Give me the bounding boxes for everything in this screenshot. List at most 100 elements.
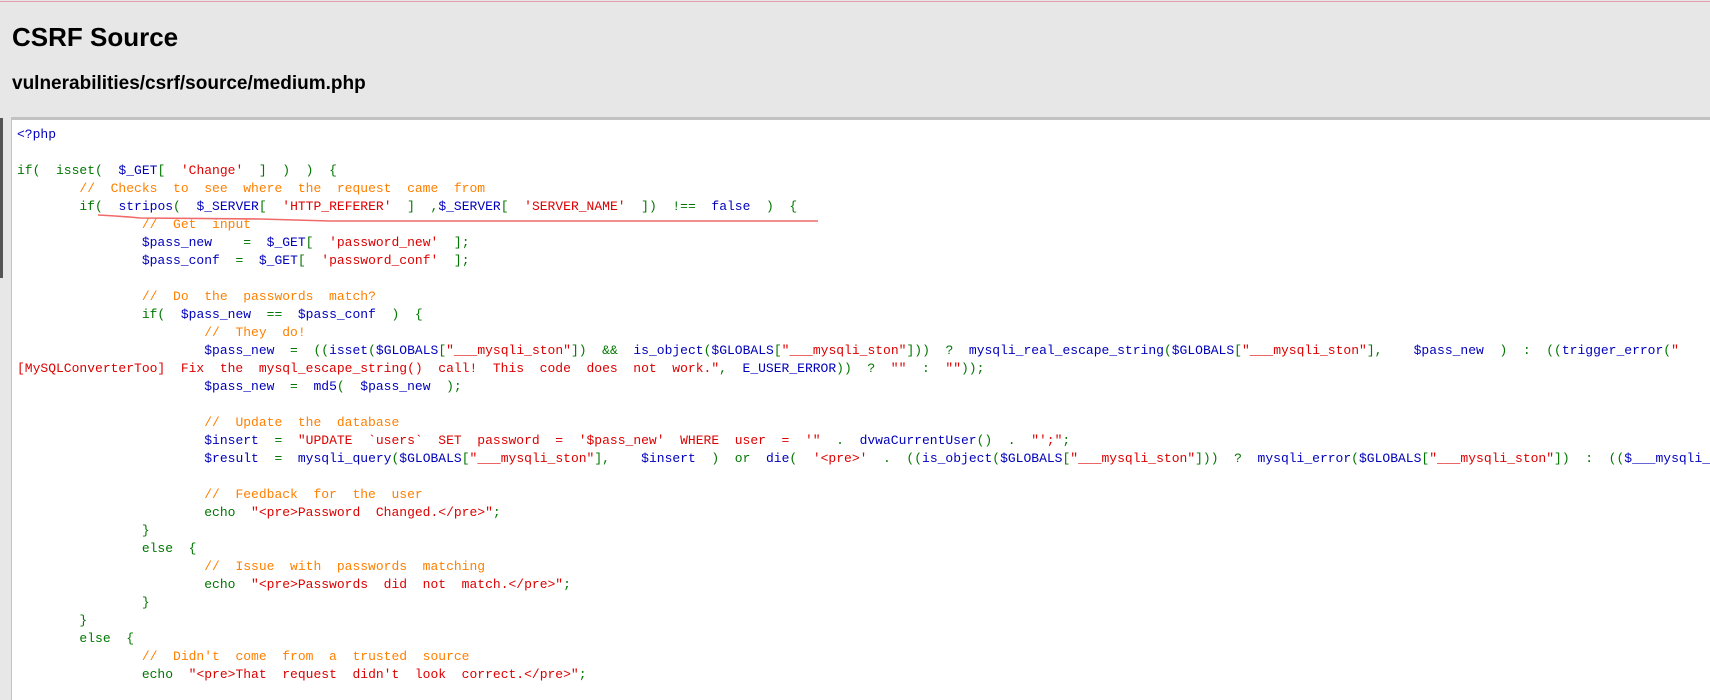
code-keyword: ;	[578, 667, 587, 682]
code-line: // Issue with passwords matching	[17, 558, 1710, 576]
code-identifier: md5	[313, 379, 337, 394]
code-line: // Checks to see where the request came …	[17, 180, 1710, 198]
code-line: else {	[17, 540, 1710, 558]
code-identifier: $GLOBALS	[1000, 451, 1063, 466]
code-keyword: ==	[251, 307, 298, 322]
code-keyword: ;	[563, 577, 571, 592]
code-identifier: trigger_error	[1561, 343, 1664, 358]
code-line: }	[17, 522, 1710, 540]
code-identifier: false	[711, 199, 751, 214]
code-identifier: stripos	[118, 199, 174, 214]
code-line: if( isset( $_GET[ 'Change' ] ) ) {	[17, 162, 1710, 180]
code-identifier: $GLOBALS	[711, 343, 774, 358]
code-line: $result = mysqli_query($GLOBALS["___mysq…	[17, 450, 1710, 468]
code-string: ""	[890, 361, 907, 376]
code-identifier: mysqli_query	[297, 451, 392, 466]
code-line: $pass_new = md5( $pass_new );	[17, 378, 1710, 396]
code-keyword: ])) ?	[906, 343, 969, 358]
code-identifier: $_SERVER	[196, 199, 259, 214]
code-keyword: else {	[17, 631, 135, 646]
code-line: // Update the database	[17, 414, 1710, 432]
code-keyword: ) {	[750, 199, 798, 214]
code-identifier: is_object	[922, 451, 993, 466]
code-line: if( stripos( $_SERVER[ 'HTTP_REFERER' ] …	[17, 198, 1710, 216]
code-keyword: [	[157, 163, 181, 178]
code-identifier: $_GET	[118, 163, 158, 178]
code-identifier: $GLOBALS	[399, 451, 462, 466]
code-keyword: [	[1234, 343, 1242, 358]
code-comment: // Checks to see where the request came …	[17, 181, 486, 196]
code-line: [MySQLConverterToo] Fix the mysql_escape…	[17, 360, 1710, 378]
code-line: }	[17, 612, 1710, 630]
code-keyword: [	[258, 199, 283, 214]
code-keyword: [	[297, 253, 322, 268]
code-keyword: :	[906, 361, 946, 376]
code-identifier: $pass_conf	[17, 253, 220, 268]
code-string: [MySQLConverterToo] Fix the mysql_escape…	[17, 361, 720, 376]
code-keyword: ;	[1062, 433, 1071, 448]
code-keyword: ,	[719, 361, 743, 376]
code-line: $insert = "UPDATE `users` SET password =…	[17, 432, 1710, 450]
code-identifier: E_USER_ERROR	[742, 361, 837, 376]
code-identifier: $_GET	[266, 235, 306, 250]
code-identifier: $pass_new	[17, 343, 275, 358]
code-keyword: ));	[961, 361, 985, 376]
code-identifier: isset	[329, 343, 369, 358]
code-string: '<pre>'	[812, 451, 868, 466]
code-keyword: (	[368, 343, 376, 358]
code-identifier: $insert	[641, 451, 696, 466]
code-keyword: }	[17, 595, 150, 610]
code-keyword: ],	[1366, 343, 1414, 358]
code-keyword: [	[438, 343, 447, 358]
code-identifier: <?php	[17, 127, 57, 142]
code-line: echo "<pre>Password Changed.</pre>";	[17, 504, 1710, 522]
code-keyword: [	[305, 235, 330, 250]
code-line: }	[17, 594, 1710, 612]
code-keyword: .	[820, 433, 860, 448]
code-string: 'password_conf'	[321, 253, 439, 268]
page-title: CSRF Source	[12, 22, 179, 52]
code-keyword: (	[173, 199, 197, 214]
code-comment: // Issue with passwords matching	[17, 559, 486, 574]
code-keyword: else {	[17, 541, 197, 556]
code-keyword: ]) &&	[570, 343, 634, 358]
code-keyword: ) : ((	[1483, 343, 1562, 358]
code-line: // Do the passwords match?	[17, 288, 1710, 306]
code-keyword: ] ) ) {	[243, 163, 337, 178]
code-identifier: mysqli_error	[1257, 451, 1352, 466]
code-keyword: ;	[492, 505, 501, 520]
code-line: // Feedback for the user	[17, 486, 1710, 504]
code-string: 'HTTP_REFERER'	[282, 199, 392, 214]
code-keyword: ],	[594, 451, 642, 466]
code-keyword: ) or	[695, 451, 766, 466]
code-identifier: mysqli_real_escape_string	[968, 343, 1164, 358]
code-keyword: )) ?	[836, 361, 891, 376]
code-line: if( $pass_new == $pass_conf ) {	[17, 306, 1710, 324]
code-line: echo "<pre>That request didn't look corr…	[17, 666, 1710, 684]
left-edge	[0, 118, 3, 278]
code-comment: // Get input	[17, 217, 252, 232]
code-keyword: echo	[17, 505, 252, 520]
code-string: "	[1671, 343, 1679, 358]
code-line: echo "<pre>Passwords did not match.</pre…	[17, 576, 1710, 594]
code-keyword: (	[1663, 343, 1672, 358]
code-line: $pass_new = ((isset($GLOBALS["___mysqli_…	[17, 342, 1710, 360]
code-identifier: $insert	[17, 433, 259, 448]
code-line: <?php	[17, 126, 1710, 144]
code-keyword: ]) : ((	[1554, 451, 1625, 466]
code-line: // Get input	[17, 216, 1710, 234]
code-keyword: (	[336, 379, 361, 394]
code-comment: // Do the passwords match?	[17, 289, 376, 304]
code-string: ""	[945, 361, 961, 376]
code-line: $pass_new = $_GET[ 'password_new' ];	[17, 234, 1710, 252]
code-keyword: (	[1351, 451, 1359, 466]
code-identifier: $GLOBALS	[375, 343, 439, 358]
code-line: $pass_conf = $_GET[ 'password_conf' ];	[17, 252, 1710, 270]
code-comment: // They do!	[17, 325, 306, 340]
code-keyword: if(	[17, 307, 181, 322]
code-keyword: (	[1163, 343, 1172, 358]
source-code-box: <?php if( isset( $_GET[ 'Change' ] ) ) { …	[11, 117, 1710, 700]
